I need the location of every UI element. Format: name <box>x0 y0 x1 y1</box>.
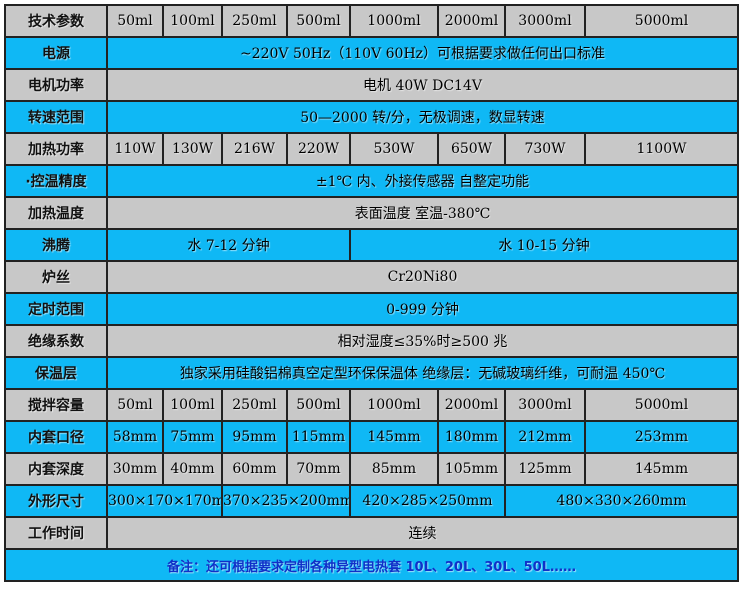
row-value: 相对湿度≤35%时≥500 兆 <box>108 326 739 358</box>
dimensions-row: 外形尺寸300×170×170mm370×235×200mm420×285×25… <box>6 486 739 518</box>
row-label: ·控温精度 <box>6 166 108 198</box>
insulation-coef-row: 绝缘系数 相对湿度≤35%时≥500 兆 <box>6 326 739 358</box>
row-value: 50—2000 转/分，无极调速，数显转速 <box>108 102 739 134</box>
row-label: 内套口径 <box>6 422 108 454</box>
temp-control-row: ·控温精度 ±1℃ 内、外接传感器 自整定功能 <box>6 166 739 198</box>
row-value: ~220V 50Hz（110V 60Hz）可根据要求做任何出口标准 <box>108 38 739 70</box>
row-value: 3000ml <box>506 390 586 422</box>
row-label: 内套深度 <box>6 454 108 486</box>
row-value: 180mm <box>439 422 506 454</box>
row-value: 110W <box>108 134 164 166</box>
row-value: 95mm <box>223 422 288 454</box>
boiling-row: 沸腾水 7-12 分钟水 10-15 分钟 <box>6 230 739 262</box>
row-value: 水 7-12 分钟 <box>108 230 351 262</box>
row-value: 212mm <box>506 422 586 454</box>
row-label: 加热温度 <box>6 198 108 230</box>
row-value: ±1℃ 内、外接传感器 自整定功能 <box>108 166 739 198</box>
row-value: 60mm <box>223 454 288 486</box>
row-value: 85mm <box>351 454 439 486</box>
insulation-layer-row: 保温层 独家采用硅酸铝棉真空定型环保保温体 绝缘层：无碱玻璃纤维，可耐温 450℃ <box>6 358 739 390</box>
row-value: 40mm <box>164 454 223 486</box>
row-value: 500ml <box>288 6 351 38</box>
row-label: 电机功率 <box>6 70 108 102</box>
row-value: 75mm <box>164 422 223 454</box>
row-label: 外形尺寸 <box>6 486 108 518</box>
row-value: 连续 <box>108 518 739 550</box>
row-value: 0-999 分钟 <box>108 294 739 326</box>
row-value: 216W <box>223 134 288 166</box>
row-value: 50ml <box>108 6 164 38</box>
row-value: 650W <box>439 134 506 166</box>
row-value: 125mm <box>506 454 586 486</box>
row-value: 253mm <box>586 422 739 454</box>
row-value: 480×330×260mm <box>506 486 739 518</box>
row-value: 水 10-15 分钟 <box>351 230 739 262</box>
row-value: 145mm <box>351 422 439 454</box>
row-value: 2000ml <box>439 6 506 38</box>
row-value: 530W <box>351 134 439 166</box>
heating-power-row: 加热功率 110W 130W 216W 220W 530W 650W 730W 1100W <box>6 134 739 166</box>
tech-params-row: 技术参数 50ml 100ml 250ml 500ml 1000ml 2000ml 3000m… <box>6 6 739 38</box>
row-label: 绝缘系数 <box>6 326 108 358</box>
working-time-row: 工作时间 连续 <box>6 518 739 550</box>
row-value: 50ml <box>108 390 164 422</box>
note-text: 备注：还可根据要求定制各种异型电热套 10L、20L、30L、50L…… <box>6 550 739 582</box>
row-label: 电源 <box>6 38 108 70</box>
row-label: 炉丝 <box>6 262 108 294</box>
row-value: 2000ml <box>439 390 506 422</box>
timer-range-row: 定时范围 0-999 分钟 <box>6 294 739 326</box>
row-label: 搅拌容量 <box>6 390 108 422</box>
row-value: 100ml <box>164 390 223 422</box>
inner-diameter-row: 内套口径 58mm 75mm 95mm 115mm 145mm 180mm 212mm 253m… <box>6 422 739 454</box>
spec-table: 技术参数 50ml 100ml 250ml 500ml 1000ml 2000ml 3000m… <box>4 4 739 582</box>
row-value: 300×170×170mm <box>108 486 223 518</box>
row-label: 沸腾 <box>6 230 108 262</box>
motor-power-row: 电机功率 电机 40W DC14V <box>6 70 739 102</box>
row-value: 145mm <box>586 454 739 486</box>
row-value: 500ml <box>288 390 351 422</box>
note-row: 备注：还可根据要求定制各种异型电热套 10L、20L、30L、50L…… <box>6 550 739 582</box>
row-label: 技术参数 <box>6 6 108 38</box>
row-value: 58mm <box>108 422 164 454</box>
row-label: 加热功率 <box>6 134 108 166</box>
row-value: 电机 40W DC14V <box>108 70 739 102</box>
row-value: 表面温度 室温-380℃ <box>108 198 739 230</box>
stir-capacity-row: 搅拌容量 50ml 100ml 250ml 500ml 1000ml 2000ml 3000m… <box>6 390 739 422</box>
row-value: 370×235×200mm <box>223 486 351 518</box>
row-value: 3000ml <box>506 6 586 38</box>
row-value: 5000ml <box>586 390 739 422</box>
row-value: 100ml <box>164 6 223 38</box>
heater-wire-row: 炉丝 Cr20Ni80 <box>6 262 739 294</box>
row-value: 独家采用硅酸铝棉真空定型环保保温体 绝缘层：无碱玻璃纤维，可耐温 450℃ <box>108 358 739 390</box>
row-value: 1000ml <box>351 390 439 422</box>
row-value: 250ml <box>223 390 288 422</box>
row-value: 130W <box>164 134 223 166</box>
row-value: 30mm <box>108 454 164 486</box>
row-label: 定时范围 <box>6 294 108 326</box>
row-value: 115mm <box>288 422 351 454</box>
row-value: 1000ml <box>351 6 439 38</box>
row-value: 105mm <box>439 454 506 486</box>
row-label: 转速范围 <box>6 102 108 134</box>
inner-depth-row: 内套深度 30mm 40mm 60mm 70mm 85mm 105mm 125mm 145mm <box>6 454 739 486</box>
row-value: 70mm <box>288 454 351 486</box>
heating-temp-row: 加热温度 表面温度 室温-380℃ <box>6 198 739 230</box>
speed-range-row: 转速范围 50—2000 转/分，无极调速，数显转速 <box>6 102 739 134</box>
power-supply-row: 电源 ~220V 50Hz（110V 60Hz）可根据要求做任何出口标准 <box>6 38 739 70</box>
row-label: 保温层 <box>6 358 108 390</box>
row-value: 1100W <box>586 134 739 166</box>
row-label: 工作时间 <box>6 518 108 550</box>
row-value: 220W <box>288 134 351 166</box>
row-value: 730W <box>506 134 586 166</box>
row-value: 5000ml <box>586 6 739 38</box>
row-value: 250ml <box>223 6 288 38</box>
row-value: 420×285×250mm <box>351 486 506 518</box>
row-value: Cr20Ni80 <box>108 262 739 294</box>
